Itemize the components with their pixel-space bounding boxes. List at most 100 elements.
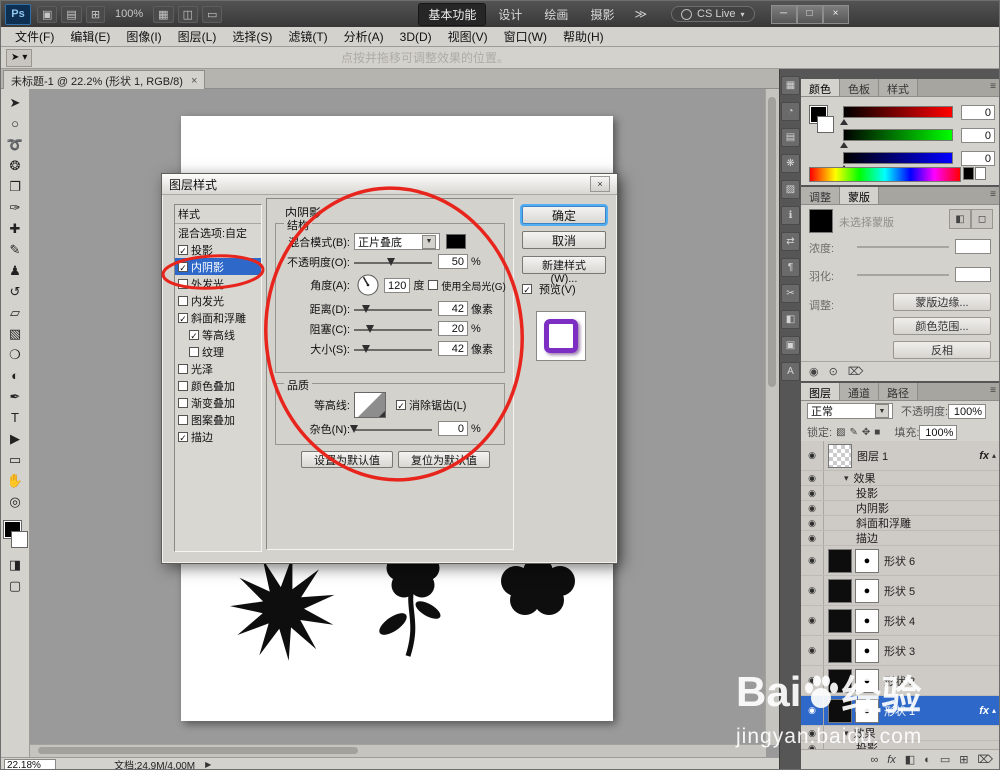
healing-brush-tool[interactable]: ✚ [4, 218, 27, 239]
maximize-button[interactable]: □ [796, 4, 823, 24]
add-layer-mask-icon[interactable]: ◧ [905, 753, 915, 766]
menu-item[interactable]: 3D(D) [392, 28, 440, 46]
panel-menu-icon[interactable]: ≡ [985, 79, 999, 96]
style-item-inner-shadow[interactable]: ✓ 内阴影 [175, 258, 261, 275]
use-global-light-checkbox[interactable] [428, 280, 439, 290]
panel-menu-icon[interactable]: ≡ [985, 187, 999, 204]
color-slider-thumb[interactable] [840, 115, 848, 125]
angle-dial[interactable] [356, 273, 380, 297]
color-slider-red[interactable] [840, 106, 953, 125]
visibility-eye-icon[interactable]: ◉ [801, 696, 824, 725]
minimize-button[interactable]: ─ [770, 4, 797, 24]
color-slider-green[interactable] [840, 129, 953, 148]
dock-clone-source-icon[interactable]: ✂ [781, 284, 800, 303]
scrollbar-thumb[interactable] [768, 97, 776, 387]
style-list-header[interactable]: 样式 [175, 205, 261, 224]
color-slider-blue[interactable] [840, 152, 953, 171]
close-tab-icon[interactable]: × [191, 75, 197, 87]
black-swatch[interactable] [963, 167, 974, 180]
dock-channels-icon[interactable]: ◧ [781, 310, 800, 329]
menu-item[interactable]: 帮助(H) [555, 26, 612, 47]
collapse-caret-icon[interactable]: ▴ [992, 706, 996, 715]
panel-tab[interactable]: 图层 [801, 383, 840, 400]
masks-mask-edge-button[interactable]: 蒙版边缘... [893, 293, 991, 311]
new-style-button[interactable]: 新建样式(W)... [522, 256, 606, 285]
dock-paths-icon[interactable]: ▣ [781, 336, 800, 355]
distance-slider[interactable] [354, 303, 432, 315]
layer-style-badge[interactable]: fx ▴ [979, 705, 999, 717]
brush-tool[interactable]: ✎ [4, 239, 27, 260]
color-value-green[interactable]: 0 [961, 127, 995, 143]
style-item-checkbox[interactable] [178, 363, 188, 374]
style-item-bevel-emboss[interactable]: ✓ 斜面和浮雕 [175, 309, 261, 326]
panel-tab[interactable]: 调整 [801, 187, 840, 204]
set-default-button[interactable]: 设置为默认值 [301, 451, 393, 468]
layer-row-shape-6[interactable]: ◉ ● 形状 6 [801, 546, 999, 576]
layer-fxgroup-row[interactable]: ◉ ▾ 效果 [801, 726, 999, 741]
layer-style-icon[interactable]: fx [887, 754, 896, 766]
choke-slider[interactable] [354, 323, 432, 335]
layer-thumbnail[interactable] [828, 608, 852, 633]
shadow-color-swatch[interactable] [446, 234, 466, 249]
style-item-checkbox[interactable]: ✓ [189, 329, 199, 341]
white-swatch[interactable] [975, 167, 986, 180]
style-item-checkbox[interactable] [178, 414, 188, 425]
dock-info-icon[interactable]: ℹ [781, 206, 800, 225]
color-slider-thumb[interactable] [840, 138, 848, 148]
layer-thumbnail[interactable] [828, 668, 852, 693]
mask-delete-icon[interactable]: ⌦ [848, 365, 864, 378]
style-item-drop-shadow[interactable]: ✓ 投影 [175, 241, 261, 258]
density-slider[interactable] [857, 246, 949, 248]
noise-field[interactable]: 0 [438, 421, 468, 436]
style-item-gradient-overlay[interactable]: 渐变叠加 [175, 394, 261, 411]
dialog-close-button[interactable]: × [590, 176, 610, 192]
layer-row-shape-4[interactable]: ◉ ● 形状 4 [801, 606, 999, 636]
cs-live-button[interactable]: CS Live ▾ [671, 6, 755, 22]
eraser-tool[interactable]: ▱ [4, 302, 27, 323]
workspace-button[interactable]: 绘画 [534, 3, 578, 26]
style-item-contour[interactable]: ✓ 等高线 [175, 326, 261, 343]
style-item-checkbox[interactable] [178, 295, 188, 306]
reset-default-button[interactable]: 复位为默认值 [398, 451, 490, 468]
layer-row-shape-2[interactable]: ◉ ● 形状 2 [801, 666, 999, 696]
style-item-checkbox[interactable] [178, 278, 188, 289]
style-item-inner-glow[interactable]: 内发光 [175, 292, 261, 309]
layer-row-shape-3[interactable]: ◉ ● 形状 3 [801, 636, 999, 666]
lock-image-icon[interactable]: ✎ [850, 427, 858, 438]
quick-mask-icon[interactable]: ◨ [4, 554, 27, 575]
style-item-checkbox[interactable]: ✓ [178, 312, 188, 324]
vector-mask-thumbnail[interactable]: ● [855, 608, 879, 633]
panel-tab[interactable]: 颜色 [801, 79, 840, 96]
style-item-checkbox[interactable]: ✓ [178, 244, 188, 256]
masks-color-range-button[interactable]: 颜色范围... [893, 317, 991, 335]
masks-invert-button[interactable]: 反相 [893, 341, 991, 359]
visibility-eye-icon[interactable]: ◉ [801, 501, 824, 515]
feather-field[interactable] [955, 267, 991, 282]
mask-disable-icon[interactable]: ◉ [809, 365, 819, 378]
style-item-blending-options[interactable]: 混合选项:自定 [175, 224, 261, 241]
menu-item[interactable]: 图像(I) [118, 26, 169, 47]
menu-item[interactable]: 视图(V) [440, 26, 496, 47]
delete-layer-icon[interactable]: ⌦ [977, 753, 993, 766]
dock-actions-icon[interactable]: ⇄ [781, 232, 800, 251]
visibility-eye-icon[interactable]: ◉ [801, 471, 824, 485]
layer-thumbnail[interactable] [828, 578, 852, 603]
visibility-eye-icon[interactable]: ◉ [801, 516, 824, 530]
blend-mode-select[interactable]: 正常 ▼ [807, 403, 893, 419]
expand-caret-icon[interactable]: ▾ [844, 473, 849, 484]
layer-thumbnail[interactable] [828, 698, 852, 723]
menu-item[interactable]: 选择(S) [224, 26, 280, 47]
visibility-eye-icon[interactable]: ◉ [801, 576, 824, 605]
shape-tool[interactable]: ▭ [4, 449, 27, 470]
color-value-red[interactable]: 0 [961, 104, 995, 120]
quick-selection-tool[interactable]: ❂ [4, 155, 27, 176]
menu-item[interactable]: 文件(F) [7, 26, 62, 47]
dock-navigator-icon[interactable]: ▦ [781, 76, 800, 95]
layer-thumbnail[interactable] [828, 548, 852, 573]
hand-tool[interactable]: ✋ [4, 470, 27, 491]
add-vector-mask-button[interactable]: ◻ [971, 209, 993, 229]
layer-thumbnail[interactable] [828, 638, 852, 663]
adjustment-layer-icon[interactable]: ◐ [924, 754, 931, 766]
lasso-tool[interactable]: ➰ [4, 134, 27, 155]
antialias-checkbox[interactable]: ✓ [396, 400, 406, 411]
